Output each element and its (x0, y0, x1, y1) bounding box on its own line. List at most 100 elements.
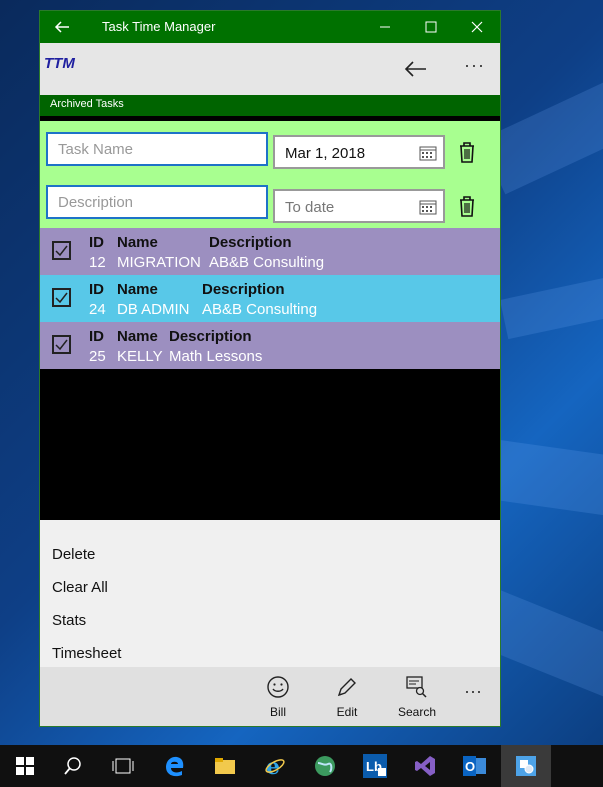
description-header: Description (209, 234, 292, 251)
overflow-menu: Delete Clear All Stats Timesheet (40, 520, 500, 667)
desktop-light-beam (491, 440, 603, 542)
task-name: KELLY (117, 348, 163, 365)
checkmark-icon (55, 292, 68, 304)
bill-label: Bill (269, 705, 286, 719)
description-header: Description (169, 328, 252, 345)
id-header: ID (89, 234, 104, 251)
pencil-icon (337, 678, 356, 697)
task-id: 24 (89, 301, 106, 318)
task-view-icon (112, 758, 134, 774)
name-header: Name (117, 328, 158, 345)
id-header: ID (89, 281, 104, 298)
folder-icon (215, 758, 235, 774)
name-header: Name (117, 234, 158, 251)
menu-item-timesheet[interactable]: Timesheet (52, 645, 121, 662)
app-window: Task Time Manager TTM ··· Archived Tasks… (39, 10, 501, 727)
commandbar-more-button[interactable]: ··· (464, 681, 482, 702)
trash-icon (460, 142, 474, 163)
from-date-picker[interactable]: Mar 1, 2018 (273, 135, 445, 169)
search-button[interactable]: Search (387, 675, 447, 719)
description-header: Description (202, 281, 285, 298)
clear-from-date-button[interactable] (458, 141, 476, 168)
edit-button[interactable]: Edit (317, 675, 377, 719)
menu-item-clear-all[interactable]: Clear All (52, 579, 108, 596)
internet-explorer-icon: e (265, 755, 285, 777)
edge-browser-button[interactable] (162, 753, 188, 779)
task-row[interactable]: ID Name Description 12 MIGRATION AB&B Co… (40, 228, 500, 275)
start-button[interactable] (12, 753, 38, 779)
app-icon (516, 756, 536, 776)
taskbar: e Lb O (0, 745, 603, 787)
task-id: 12 (89, 254, 106, 271)
title-bar: Task Time Manager (40, 11, 500, 43)
globe-app-button[interactable] (312, 753, 338, 779)
outlook-button[interactable]: O (462, 753, 488, 779)
maximize-button[interactable] (408, 11, 454, 43)
section-header: Archived Tasks (40, 95, 500, 116)
internet-explorer-button[interactable]: e (262, 753, 288, 779)
outlook-icon: O (463, 756, 486, 776)
task-name-input[interactable]: Task Name (46, 132, 268, 166)
minimize-button[interactable] (362, 11, 408, 43)
back-arrow-icon (404, 61, 426, 77)
description-input[interactable]: Description (46, 185, 268, 219)
close-icon (471, 21, 483, 33)
app-back-button[interactable] (402, 57, 430, 86)
filter-panel: Task Name Mar 1, 2018 Description To dat… (40, 121, 500, 228)
visual-studio-icon (415, 756, 435, 776)
section-title: Archived Tasks (50, 98, 124, 110)
task-name: DB ADMIN (117, 301, 190, 318)
id-header: ID (89, 328, 104, 345)
calendar-icon (419, 146, 437, 161)
file-explorer-button[interactable] (212, 753, 238, 779)
desktop-light-beam (500, 237, 603, 340)
close-button[interactable] (454, 11, 500, 43)
task-row[interactable]: ID Name Description 25 KELLY Math Lesson… (40, 322, 500, 369)
search-label: Search (397, 705, 437, 719)
app-bar: TTM ··· (40, 43, 500, 95)
menu-item-delete[interactable]: Delete (52, 546, 95, 563)
to-date-value: To date (285, 199, 335, 216)
visual-studio-button[interactable] (412, 753, 438, 779)
titlebar-back-button[interactable] (50, 15, 74, 39)
task-row[interactable]: ID Name Description 24 DB ADMIN AB&B Con… (40, 275, 500, 322)
lb-app-button[interactable]: Lb (362, 753, 388, 779)
smiley-icon (267, 676, 289, 698)
task-view-button[interactable] (110, 753, 136, 779)
task-checkbox[interactable] (52, 335, 71, 354)
menu-item-stats[interactable]: Stats (52, 612, 86, 629)
maximize-icon (425, 21, 437, 33)
globe-icon (315, 756, 335, 776)
search-icon (406, 676, 427, 698)
name-header: Name (117, 281, 158, 298)
task-description: AB&B Consulting (209, 254, 325, 271)
clear-to-date-button[interactable] (458, 195, 476, 222)
task-id: 25 (89, 348, 106, 365)
svg-text:O: O (465, 759, 475, 774)
app-more-button[interactable]: ··· (464, 55, 485, 76)
task-description: AB&B Consulting (202, 301, 318, 318)
search-icon (64, 757, 81, 775)
back-arrow-icon (54, 21, 69, 33)
task-checkbox[interactable] (52, 288, 71, 307)
command-bar: Bill Edit Search ··· (40, 667, 500, 726)
calendar-icon (419, 200, 437, 215)
trash-icon (460, 196, 474, 217)
checkmark-icon (55, 245, 68, 257)
taskbar-search-button[interactable] (60, 753, 86, 779)
checkmark-icon (55, 339, 68, 351)
minimize-icon (380, 26, 390, 28)
bill-button[interactable]: Bill (248, 675, 308, 719)
windows-logo-icon (16, 757, 34, 775)
edge-icon (166, 756, 184, 777)
window-title: Task Time Manager (102, 19, 216, 34)
task-time-manager-taskbar-button[interactable] (513, 753, 539, 779)
task-checkbox[interactable] (52, 241, 71, 260)
task-description: Math Lessons (169, 348, 263, 365)
from-date-value: Mar 1, 2018 (285, 145, 366, 162)
to-date-picker[interactable]: To date (273, 189, 445, 223)
task-name: MIGRATION (117, 254, 201, 271)
edit-label: Edit (336, 705, 358, 719)
app-logo: TTM (44, 55, 75, 72)
lb-app-icon: Lb (363, 754, 387, 778)
